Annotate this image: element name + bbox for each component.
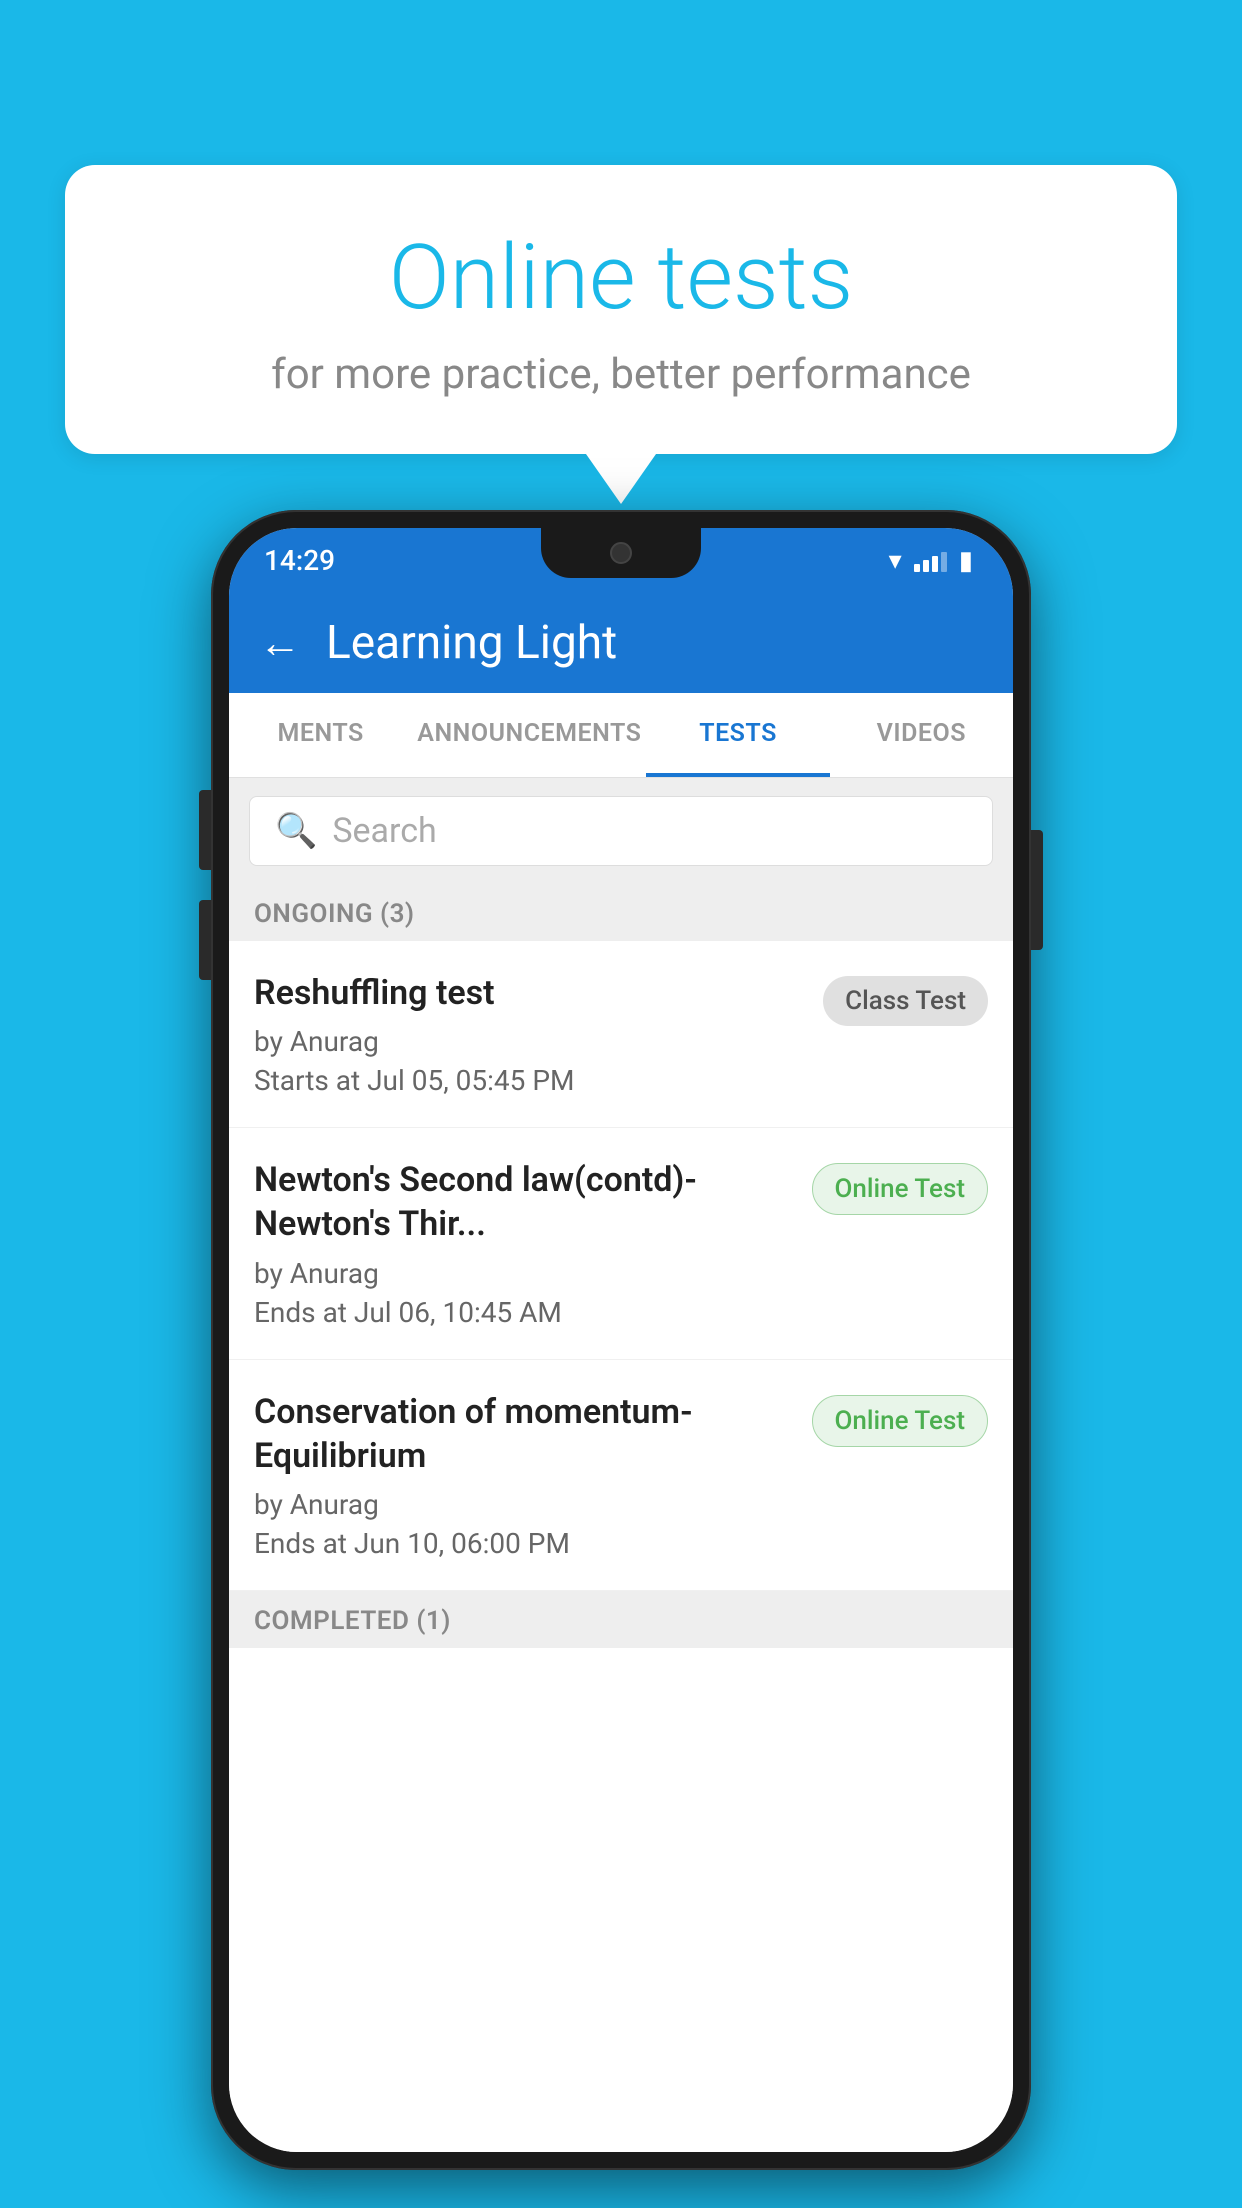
wifi-icon: ▾ — [889, 546, 902, 576]
ongoing-section-header: ONGOING (3) — [229, 884, 1013, 941]
signal-icon — [914, 550, 947, 572]
test-date-1: Starts at Jul 05, 05:45 PM — [254, 1064, 803, 1097]
camera-dot — [610, 542, 632, 564]
tests-list: Reshuffling test by Anurag Starts at Jul… — [229, 941, 1013, 2152]
test-date-3: Ends at Jun 10, 06:00 PM — [254, 1527, 792, 1560]
test-badge-1: Class Test — [823, 976, 988, 1026]
test-badge-3: Online Test — [812, 1395, 989, 1447]
search-bar[interactable]: 🔍 Search — [249, 796, 993, 866]
app-bar: ← Learning Light — [229, 593, 1013, 693]
back-button[interactable]: ← — [259, 619, 301, 668]
phone-notch — [541, 528, 701, 578]
search-container: 🔍 Search — [229, 778, 1013, 884]
search-icon: 🔍 — [275, 811, 317, 851]
test-item-1[interactable]: Reshuffling test by Anurag Starts at Jul… — [229, 941, 1013, 1128]
tab-ments[interactable]: MENTS — [229, 693, 412, 777]
tab-tests[interactable]: TESTS — [646, 693, 829, 777]
test-date-2: Ends at Jul 06, 10:45 AM — [254, 1296, 792, 1329]
test-item-3[interactable]: Conservation of momentum-Equilibrium by … — [229, 1360, 1013, 1591]
battery-icon: ▮ — [959, 546, 973, 576]
test-author-3: by Anurag — [254, 1488, 792, 1521]
completed-section-header: COMPLETED (1) — [229, 1591, 1013, 1648]
ongoing-label: ONGOING (3) — [254, 899, 415, 929]
test-info-1: Reshuffling test by Anurag Starts at Jul… — [254, 971, 823, 1097]
speech-bubble: Online tests for more practice, better p… — [65, 165, 1177, 454]
app-title: Learning Light — [326, 616, 617, 670]
phone-outer: 14:29 ▾ ▮ ← Learning Light — [211, 510, 1031, 2170]
test-name-2: Newton's Second law(contd)-Newton's Thir… — [254, 1158, 792, 1246]
status-time: 14:29 — [264, 544, 335, 577]
side-button-vol-up — [199, 790, 211, 870]
status-icons: ▾ ▮ — [889, 546, 973, 576]
test-name-1: Reshuffling test — [254, 971, 803, 1015]
tabs-bar: MENTS ANNOUNCEMENTS TESTS VIDEOS — [229, 693, 1013, 778]
test-name-3: Conservation of momentum-Equilibrium — [254, 1390, 792, 1478]
search-input[interactable]: Search — [332, 811, 436, 851]
phone-wrapper: 14:29 ▾ ▮ ← Learning Light — [211, 510, 1031, 2170]
test-badge-2: Online Test — [812, 1163, 989, 1215]
test-item-2[interactable]: Newton's Second law(contd)-Newton's Thir… — [229, 1128, 1013, 1359]
phone-screen: 14:29 ▾ ▮ ← Learning Light — [229, 528, 1013, 2152]
test-author-1: by Anurag — [254, 1025, 803, 1058]
tab-videos[interactable]: VIDEOS — [830, 693, 1013, 777]
bubble-title: Online tests — [115, 225, 1127, 330]
test-author-2: by Anurag — [254, 1257, 792, 1290]
completed-label: COMPLETED (1) — [254, 1606, 451, 1636]
tab-announcements[interactable]: ANNOUNCEMENTS — [412, 693, 646, 777]
bubble-subtitle: for more practice, better performance — [115, 350, 1127, 399]
side-button-vol-down — [199, 900, 211, 980]
test-info-3: Conservation of momentum-Equilibrium by … — [254, 1390, 812, 1560]
side-button-power — [1031, 830, 1043, 950]
test-info-2: Newton's Second law(contd)-Newton's Thir… — [254, 1158, 812, 1328]
